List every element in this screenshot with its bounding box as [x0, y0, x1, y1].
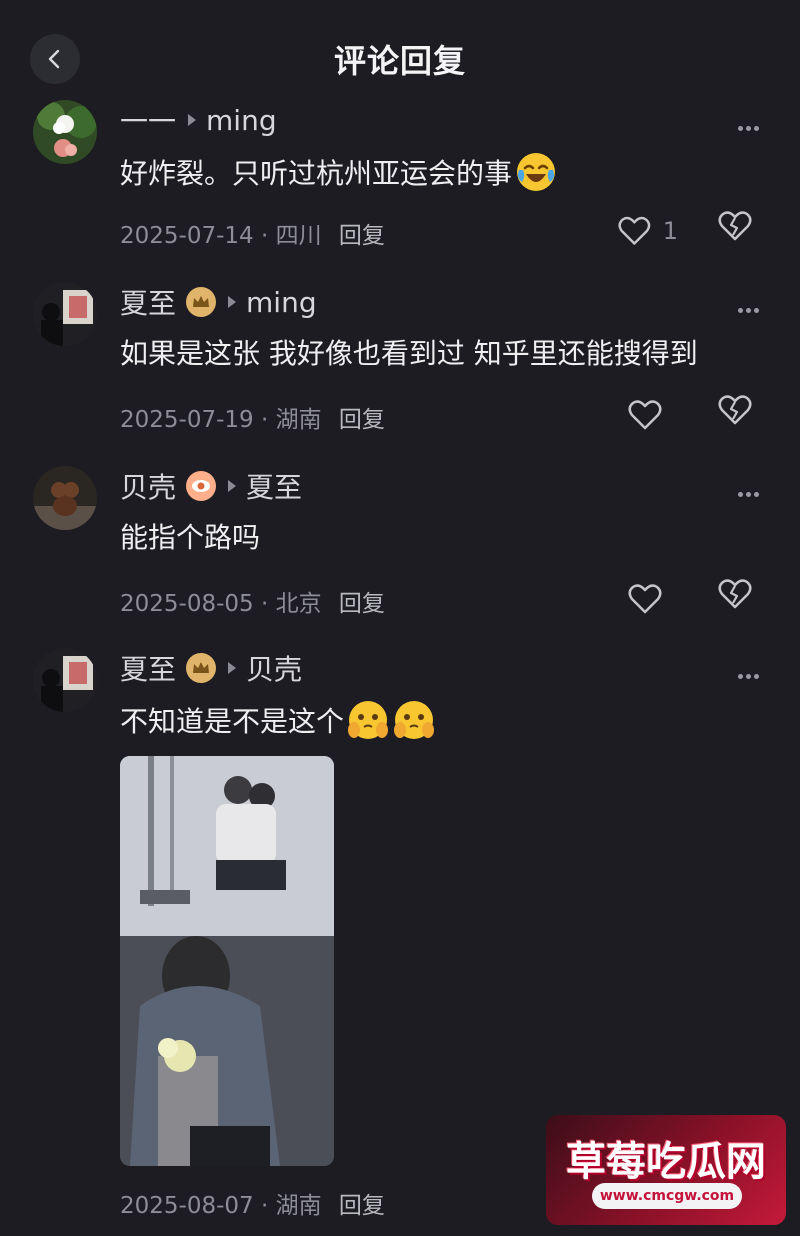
avatar[interactable]: [33, 466, 97, 530]
reply-arrow-icon: [228, 662, 237, 674]
more-options-icon[interactable]: [738, 298, 762, 317]
comment-date: 2025-07-19: [120, 407, 254, 433]
comment-header: 贝壳 夏至: [120, 466, 302, 506]
more-options-icon[interactable]: [738, 482, 762, 501]
comment-location: 湖南: [275, 407, 322, 433]
broken-heart-icon: [718, 211, 752, 241]
broken-heart-icon: [718, 579, 752, 609]
author-name[interactable]: 贝壳: [120, 466, 176, 506]
reply-target-name[interactable]: ming: [206, 104, 277, 137]
author-name[interactable]: 夏至: [120, 648, 176, 688]
reply-arrow-icon: [228, 480, 237, 492]
comment-location: 四川: [275, 223, 322, 249]
heart-icon: [618, 216, 651, 245]
meta-separator: ·: [260, 1193, 276, 1219]
comment-date: 2025-08-07: [120, 1193, 254, 1219]
comment-image[interactable]: [120, 756, 334, 1166]
reply-target-name[interactable]: 夏至: [246, 466, 302, 506]
comment-header: 一一 ming: [120, 100, 277, 140]
comment-text-content: 不知道是不是这个: [120, 705, 345, 738]
reply-button[interactable]: 回复: [339, 407, 385, 433]
comment-text: 能指个路吗: [120, 516, 260, 556]
crying-laughing-face-emoji: [517, 153, 556, 191]
dislike-button[interactable]: [718, 395, 758, 435]
comment-meta: 2025-07-14 · 四川 回复: [120, 216, 385, 250]
face-holding-back-tears-emoji: [394, 701, 435, 739]
comment-text: 不知道是不是这个: [120, 698, 436, 742]
eye-badge-icon: [186, 471, 217, 501]
dislike-button[interactable]: [718, 211, 758, 251]
reply-button[interactable]: 回复: [339, 591, 385, 617]
broken-heart-icon: [718, 395, 752, 425]
reply-target-name[interactable]: ming: [246, 286, 317, 319]
heart-icon: [628, 400, 662, 430]
comment-meta: 2025-07-19 · 湖南 回复: [120, 400, 385, 434]
reply-arrow-icon: [228, 296, 237, 308]
reply-arrow-icon: [188, 114, 197, 126]
comment-header: 夏至 贝壳: [120, 648, 302, 688]
more-options-icon[interactable]: [738, 116, 762, 135]
comment-text-content: 能指个路吗: [120, 521, 261, 554]
comment-date: 2025-08-05: [120, 591, 254, 617]
meta-separator: ·: [260, 591, 276, 617]
reply-target-name[interactable]: 贝壳: [246, 648, 302, 688]
crown-badge-icon: [186, 653, 217, 683]
like-button[interactable]: [628, 579, 688, 619]
heart-icon: [628, 584, 662, 614]
comment-meta: 2025-08-05 · 北京 回复: [120, 584, 385, 618]
face-holding-back-tears-emoji: [348, 701, 389, 739]
avatar[interactable]: [33, 648, 97, 712]
watermark-logo: 草莓吃瓜网 www.cmcgw.com: [546, 1115, 786, 1225]
dislike-button[interactable]: [718, 579, 758, 619]
comment-text-content: 如果是这张 我好像也看到过 知乎里还能搜得到: [120, 337, 698, 370]
meta-separator: ·: [260, 407, 276, 433]
watermark-url: www.cmcgw.com: [592, 1183, 742, 1209]
like-button[interactable]: 1: [618, 211, 678, 251]
comment-location: 湖南: [275, 1193, 322, 1219]
comment-date: 2025-07-14: [120, 223, 254, 249]
comment-location: 北京: [275, 591, 322, 617]
reply-button[interactable]: 回复: [339, 1193, 385, 1219]
comment-text: 好炸裂。只听过杭州亚运会的事: [120, 150, 558, 194]
page-title: 评论回复: [333, 42, 466, 80]
reply-button[interactable]: 回复: [339, 223, 385, 249]
author-name[interactable]: 夏至: [120, 282, 176, 322]
watermark-title: 草莓吃瓜网: [566, 1139, 766, 1185]
avatar[interactable]: [33, 282, 97, 346]
like-count: 1: [662, 217, 678, 245]
avatar[interactable]: [33, 100, 97, 164]
meta-separator: ·: [260, 223, 276, 249]
author-name[interactable]: 一一: [120, 100, 176, 140]
comment-text: 如果是这张 我好像也看到过 知乎里还能搜得到: [120, 332, 698, 372]
crown-badge-icon: [186, 287, 217, 317]
comment-header: 夏至 ming: [120, 282, 317, 322]
more-options-icon[interactable]: [738, 664, 762, 683]
like-button[interactable]: [628, 395, 688, 435]
comment-text-content: 好炸裂。只听过杭州亚运会的事: [120, 157, 513, 190]
comment-meta: 2025-08-07 · 湖南 回复: [120, 1186, 385, 1220]
